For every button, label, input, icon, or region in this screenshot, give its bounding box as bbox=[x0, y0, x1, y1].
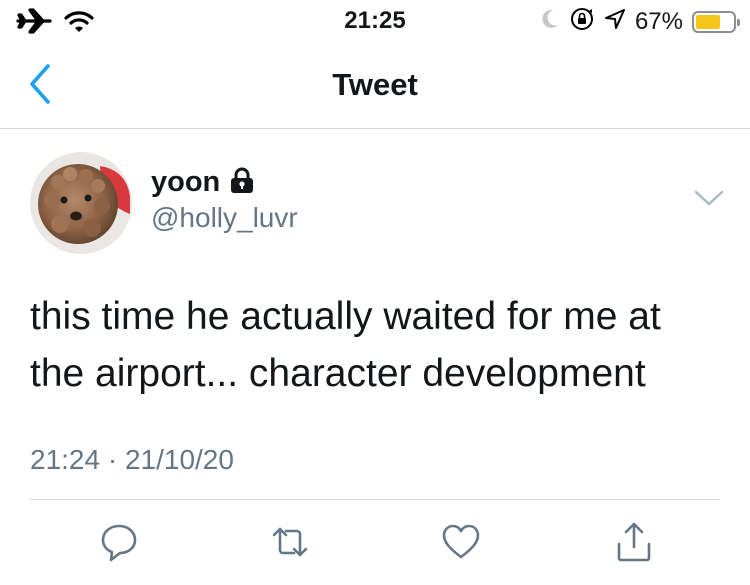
tweet-text: this time he actually waited for me at t… bbox=[30, 295, 661, 395]
orientation-lock-icon bbox=[569, 6, 595, 37]
battery-tip bbox=[737, 18, 740, 26]
battery-percent: 67% bbox=[634, 7, 683, 35]
tweet-menu-button[interactable] bbox=[692, 186, 726, 210]
tweet-detail-screen: 21:25 67% Tweet yoon @holly_luvr this ti… bbox=[0, 0, 750, 585]
location-icon bbox=[604, 8, 626, 35]
status-right: 67% bbox=[540, 6, 740, 37]
retweet-button[interactable] bbox=[268, 520, 312, 564]
chevron-down-icon bbox=[692, 190, 726, 214]
retweet-icon bbox=[268, 527, 312, 568]
display-name-row: yoon bbox=[151, 166, 255, 199]
status-bar: 21:25 67% bbox=[0, 0, 750, 40]
display-name[interactable]: yoon bbox=[151, 166, 220, 199]
like-button[interactable] bbox=[439, 520, 483, 564]
battery-icon bbox=[692, 10, 740, 33]
nav-bar: Tweet bbox=[0, 40, 750, 129]
moon-icon bbox=[540, 8, 560, 35]
nav-title: Tweet bbox=[332, 67, 418, 102]
share-button[interactable] bbox=[612, 520, 656, 564]
lock-icon bbox=[229, 166, 255, 199]
like-icon bbox=[439, 524, 483, 568]
battery-level bbox=[696, 14, 720, 29]
avatar[interactable] bbox=[30, 152, 132, 254]
share-icon bbox=[612, 522, 656, 568]
handle[interactable]: @holly_luvr bbox=[151, 202, 298, 234]
reply-icon bbox=[97, 524, 141, 568]
timestamp: 21:24 · 21/10/20 bbox=[30, 444, 234, 475]
reply-button[interactable] bbox=[97, 520, 141, 564]
divider bbox=[30, 499, 720, 500]
